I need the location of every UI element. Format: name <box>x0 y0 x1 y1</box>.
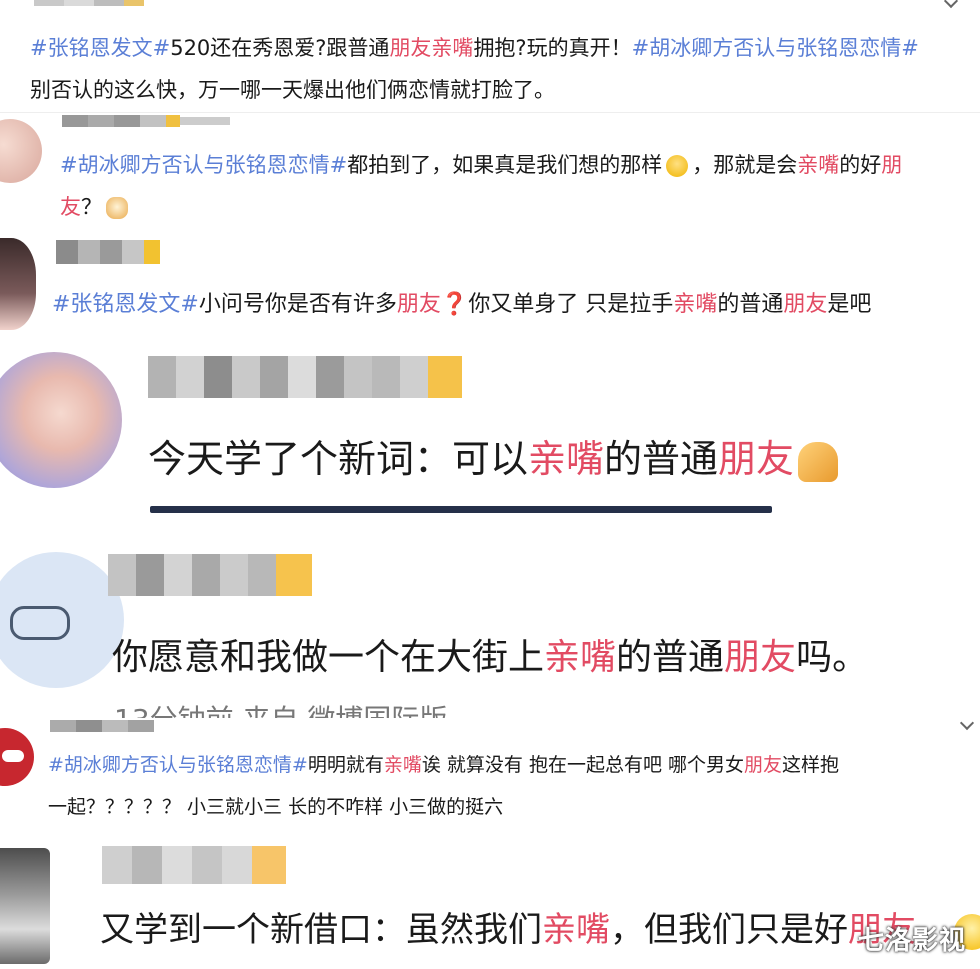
highlight-keyword: 朋友 <box>724 637 797 678</box>
comment-text-line2: 友？ <box>60 191 132 221</box>
comment-segment: 又学到一个新借口：虽然我们 <box>100 910 542 950</box>
blurred-username <box>148 356 462 398</box>
highlight-keyword: 亲嘴 <box>383 754 422 776</box>
comment-segment: 的普通 <box>604 437 719 481</box>
chevron-down-icon[interactable] <box>959 718 975 731</box>
blurred-username <box>62 115 230 127</box>
comment-segment: 这样抱 <box>782 754 840 776</box>
blurred-username <box>34 0 144 6</box>
comment-panel-4: 今天学了个新词：可以亲嘴的普通朋友 <box>0 340 980 540</box>
comment-panel-3: #张铭恩发文#小问号你是否有许多朋友❓你又单身了 只是拉手亲嘴的普通朋友是吧 <box>0 232 980 340</box>
comment-panel-6: #胡冰卿方否认与张铭恩恋情#明明就有亲嘴诶 就算没有 抱在一起总有吧 哪个男女朋… <box>0 718 980 846</box>
highlight-keyword: 亲嘴 <box>542 910 610 950</box>
highlight-keyword: 亲嘴 <box>673 292 718 317</box>
comment-segment: 明明就有 <box>307 754 384 776</box>
comment-segment: 吗。 <box>796 637 869 678</box>
comment-segment: 今天学了个新词：可以 <box>148 437 529 481</box>
comment-text: #张铭恩发文#小问号你是否有许多朋友❓你又单身了 只是拉手亲嘴的普通朋友是吧 <box>52 286 871 318</box>
blurred-username <box>108 554 312 596</box>
comment-segment: 都拍到了，如果真是我们想的那样 <box>347 153 663 177</box>
divider <box>150 506 772 513</box>
comment-segment: 的好 <box>839 153 882 177</box>
topic-link[interactable]: #张铭恩发文# <box>30 36 170 60</box>
highlight-keyword: 朋友 <box>718 437 795 481</box>
topic-link[interactable]: #胡冰卿方否认与张铭恩恋情# <box>48 754 308 776</box>
topic-link[interactable]: #胡冰卿方否认与张铭恩恋情# <box>60 153 347 177</box>
comment-segment: 小问号你是否有许多 <box>198 292 397 317</box>
highlight-keyword: 朋友亲嘴 <box>389 36 474 60</box>
highlight-keyword: 朋友 <box>783 292 828 317</box>
avatar[interactable] <box>0 728 34 786</box>
topic-link[interactable]: #胡冰卿方否认与张铭恩恋情# <box>632 36 919 60</box>
comment-segment: 你愿意和我做一个在大街上 <box>112 637 545 678</box>
avatar[interactable] <box>0 352 122 488</box>
question-mark-icon: ❓ <box>440 292 469 317</box>
highlight-keyword: 朋友 <box>744 754 783 776</box>
highlight-keyword: 亲嘴 <box>528 437 605 481</box>
comment-segment: 的普通 <box>616 637 725 678</box>
comment-text: #张铭恩发文#520还在秀恩爱?跟普通朋友亲嘴拥抱?玩的真开！#胡冰卿方否认与张… <box>30 32 919 62</box>
doge-emoji-icon <box>106 197 128 219</box>
comment-panel-5: 你愿意和我做一个在大街上亲嘴的普通朋友吗。 13分钟前 来自 微博国际版 <box>0 540 980 718</box>
comment-segment: 你又单身了 只是拉手 <box>468 292 674 317</box>
avatar[interactable] <box>0 848 50 964</box>
comment-panel-2: #胡冰卿方否认与张铭恩恋情#都拍到了，如果真是我们想的那样 ，那就是会亲嘴的好朋 … <box>0 112 980 232</box>
comment-text-line2: 一起？？？？？ 小三就小三 长的不咋样 小三做的挺六 <box>48 796 504 818</box>
comment-meta: 13分钟前 来自 微博国际版 <box>114 698 447 718</box>
cat-icon <box>10 606 70 640</box>
comment-segment: 520还在秀恩爱?跟普通 <box>170 36 390 60</box>
highlight-keyword: 亲嘴 <box>544 637 617 678</box>
blurred-username <box>50 720 154 732</box>
avatar[interactable] <box>0 119 42 183</box>
comment-segment: ，那就是会 <box>692 153 798 177</box>
highlight-keyword: 亲嘴 <box>797 153 840 177</box>
blurred-username <box>56 240 160 264</box>
comment-segment: 拥抱?玩的真开！ <box>473 36 632 60</box>
smile-emoji-icon <box>666 155 689 177</box>
chevron-down-icon[interactable] <box>943 0 959 9</box>
comment-panel-7: 又学到一个新借口：虽然我们亲嘴，但我们只是好朋友。 七洛影视 <box>0 846 980 969</box>
comment-text: 又学到一个新借口：虽然我们亲嘴，但我们只是好朋友。 <box>100 902 980 951</box>
comment-segment: ，但我们只是好 <box>610 910 848 950</box>
highlight-keyword: 朋 <box>881 153 903 177</box>
highlight-keyword: 朋友 <box>396 292 441 317</box>
comment-text: 今天学了个新词：可以亲嘴的普通朋友 <box>148 428 842 483</box>
comment-segment: 的普通 <box>717 292 784 317</box>
pray-hands-emoji-icon <box>798 441 839 482</box>
blurred-username <box>102 846 286 884</box>
comment-panel-1: #张铭恩发文#520还在秀恩爱?跟普通朋友亲嘴拥抱?玩的真开！#胡冰卿方否认与张… <box>0 0 980 112</box>
comment-text: #胡冰卿方否认与张铭恩恋情#明明就有亲嘴诶 就算没有 抱在一起总有吧 哪个男女朋… <box>48 750 839 777</box>
watermark: 七洛影视 <box>857 926 966 956</box>
comment-segment: 诶 就算没有 抱在一起总有吧 哪个男女 <box>421 754 744 776</box>
comment-text: #胡冰卿方否认与张铭恩恋情#都拍到了，如果真是我们想的那样 ，那就是会亲嘴的好朋 <box>60 149 902 179</box>
comment-text: 你愿意和我做一个在大街上亲嘴的普通朋友吗。 <box>112 628 868 680</box>
avatar[interactable] <box>0 552 124 688</box>
comment-segment: ？ <box>81 195 102 219</box>
topic-link[interactable]: #张铭恩发文# <box>52 292 199 317</box>
highlight-keyword: 友 <box>60 195 81 219</box>
comment-text-line2: 别否认的这么快，万一哪一天爆出他们俩恋情就打脸了。 <box>30 78 555 102</box>
comment-segment: 是吧 <box>827 292 872 317</box>
avatar[interactable] <box>0 238 36 330</box>
